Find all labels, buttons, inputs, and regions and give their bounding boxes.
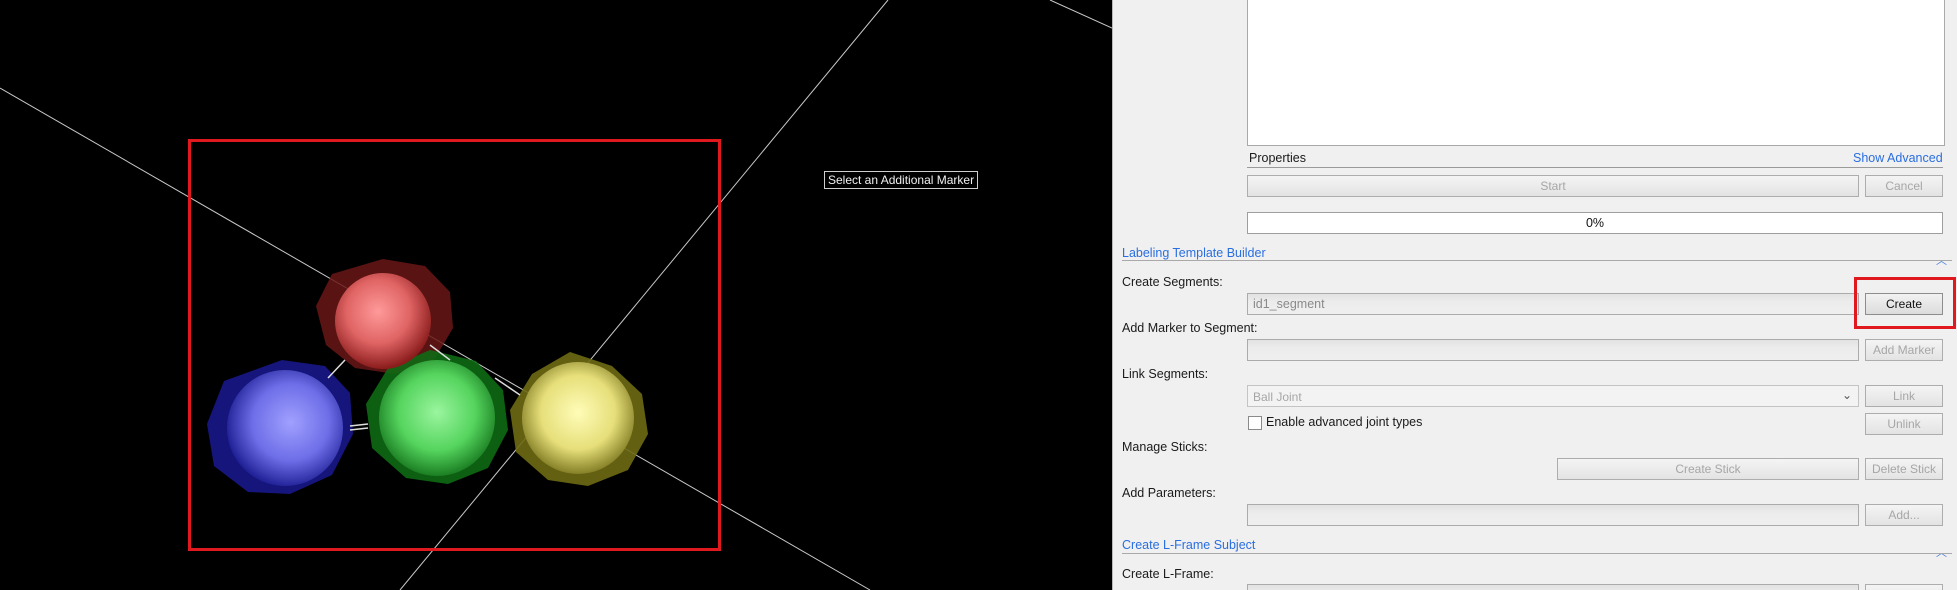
create-button-highlight xyxy=(1854,277,1956,329)
progress-text: 0% xyxy=(1585,216,1605,230)
create-lframe-label: Create L-Frame: xyxy=(1122,567,1214,581)
create-segments-label: Create Segments: xyxy=(1122,275,1223,289)
add-marker-input[interactable] xyxy=(1247,339,1859,361)
add-parameters-label: Add Parameters: xyxy=(1122,486,1216,500)
properties-underline xyxy=(1247,167,1943,168)
add-marker-to-segment-label: Add Marker to Segment: xyxy=(1122,321,1258,335)
cancel-button[interactable]: Cancel xyxy=(1865,175,1943,197)
create-lframe-subject-header[interactable]: Create L-Frame Subject xyxy=(1122,538,1255,552)
labeling-template-builder-header[interactable]: Labeling Template Builder xyxy=(1122,246,1266,260)
show-advanced-link[interactable]: Show Advanced xyxy=(1853,151,1943,165)
chevron-down-icon: ⌄ xyxy=(1841,388,1852,402)
list-box[interactable] xyxy=(1247,0,1945,146)
3d-viewport[interactable]: Select an Additional Marker xyxy=(0,0,1112,590)
add-parameter-button[interactable]: Add... xyxy=(1865,504,1943,526)
segment-name-input[interactable]: id1_segment xyxy=(1247,293,1859,315)
viewport-tooltip: Select an Additional Marker xyxy=(824,171,979,189)
link-segments-label: Link Segments: xyxy=(1122,367,1209,381)
selection-highlight-box xyxy=(188,139,721,551)
axis-line xyxy=(1049,0,1112,29)
lframe-input[interactable] xyxy=(1247,584,1859,590)
enable-advanced-label[interactable]: Enable advanced joint types xyxy=(1266,415,1422,429)
create-stick-button[interactable]: Create Stick xyxy=(1557,458,1859,480)
section-divider xyxy=(1122,260,1952,261)
add-marker-button[interactable]: Add Marker xyxy=(1865,339,1943,361)
collapse-chevron-icon[interactable]: ︿ xyxy=(1936,544,1947,560)
joint-type-value: Ball Joint xyxy=(1253,390,1302,404)
enable-advanced-checkbox[interactable] xyxy=(1248,416,1262,430)
delete-stick-button[interactable]: Delete Stick xyxy=(1865,458,1943,480)
properties-label: Properties xyxy=(1249,151,1306,165)
properties-panel: Properties Show Advanced Start Cancel 0%… xyxy=(1112,0,1957,590)
start-button[interactable]: Start xyxy=(1247,175,1859,197)
manage-sticks-label: Manage Sticks: xyxy=(1122,440,1208,454)
lframe-button[interactable] xyxy=(1865,584,1943,590)
unlink-button[interactable]: Unlink xyxy=(1865,413,1943,435)
joint-type-select[interactable]: Ball Joint ⌄ xyxy=(1247,385,1859,407)
add-parameters-input[interactable] xyxy=(1247,504,1859,526)
link-button[interactable]: Link xyxy=(1865,385,1943,407)
progress-bar: 0% xyxy=(1247,212,1943,234)
section-divider xyxy=(1122,553,1952,554)
